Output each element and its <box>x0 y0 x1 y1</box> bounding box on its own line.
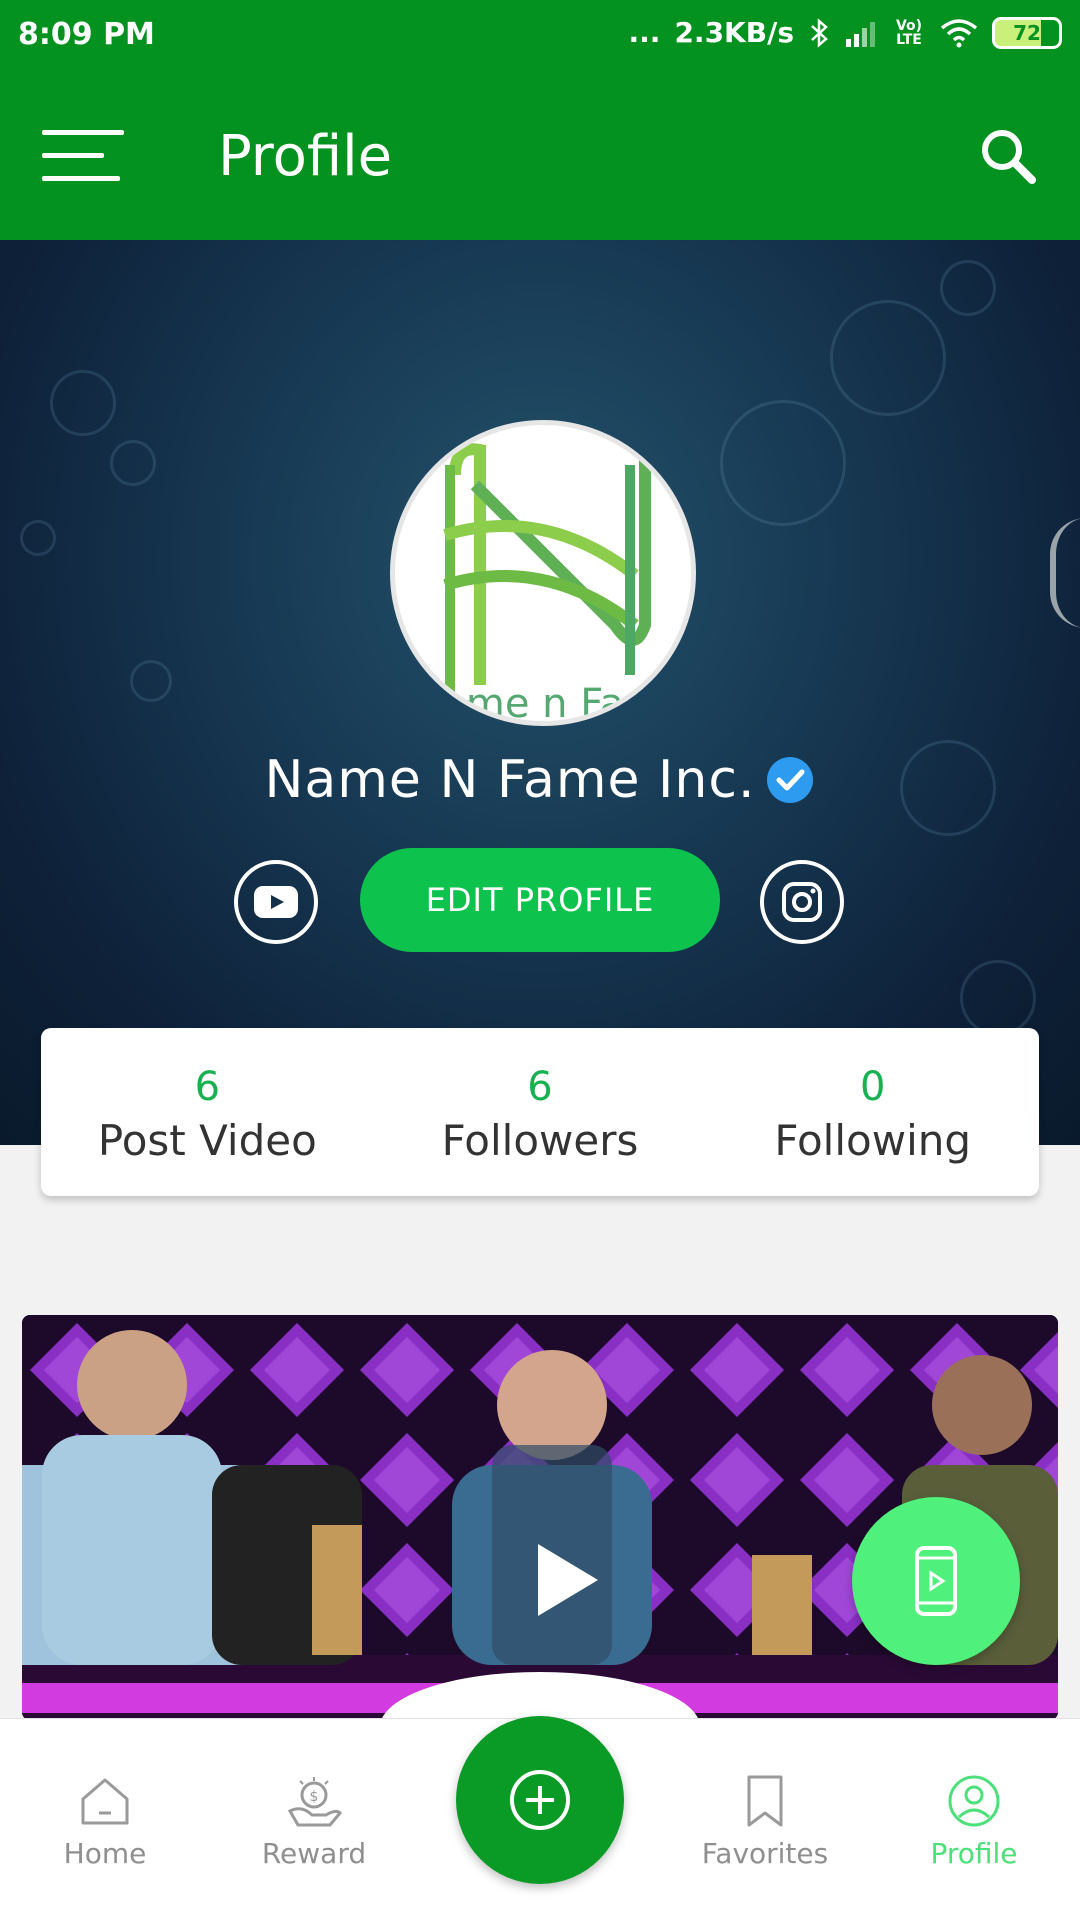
stats-card: 6 Post Video 6 Followers 0 Following <box>41 1028 1039 1196</box>
edit-profile-button[interactable]: EDIT PROFILE <box>360 848 720 952</box>
profile-name: Name N Fame Inc. <box>264 750 756 810</box>
verified-badge-icon <box>767 757 814 803</box>
brand-logo: me n Fa <box>443 443 651 721</box>
battery-level: 72 <box>1013 20 1041 45</box>
home-icon <box>81 1778 129 1825</box>
stat-value: 6 <box>194 1064 221 1110</box>
decor-bubble <box>720 400 846 526</box>
page-title: Profile <box>218 124 393 189</box>
video-feed-fab[interactable] <box>852 1497 1020 1665</box>
instagram-icon <box>782 882 822 922</box>
stat-label: Followers <box>441 1116 639 1165</box>
nav-label: Home <box>63 1837 147 1870</box>
svg-text:$: $ <box>310 1789 319 1805</box>
network-speed: 2.3KB/s <box>674 16 794 49</box>
stat-value: 6 <box>527 1064 553 1110</box>
more-dots-icon: ... <box>628 16 661 49</box>
profile-user-icon <box>948 1775 1000 1827</box>
search-icon[interactable] <box>976 124 1040 188</box>
decor-bubble <box>20 520 56 556</box>
nav-favorites[interactable]: Favorites <box>675 1775 855 1870</box>
play-icon[interactable] <box>532 1540 602 1620</box>
signal-icon <box>846 21 875 47</box>
decor-bubble <box>960 960 1036 1036</box>
youtube-button[interactable] <box>234 860 318 944</box>
phone-video-icon <box>915 1546 957 1616</box>
youtube-icon <box>254 886 298 918</box>
decor-bubble <box>50 370 116 436</box>
decor-bubble <box>110 440 156 486</box>
plus-circle-icon <box>510 1770 570 1830</box>
status-time: 8:09 PM <box>18 17 155 52</box>
nav-profile[interactable]: Profile <box>884 1775 1064 1870</box>
nav-label: Favorites <box>701 1837 829 1870</box>
nav-label: Reward <box>261 1837 367 1870</box>
volte-icon: Vo) LTE <box>895 17 923 48</box>
decor-bubble <box>830 300 946 416</box>
profile-name-row: Name N Fame Inc. <box>0 750 1080 810</box>
bookmark-icon <box>747 1775 783 1827</box>
avatar[interactable]: me n Fa <box>390 420 696 726</box>
stat-value: 0 <box>859 1064 886 1110</box>
status-indicators: ... 2.3KB/s Vo) LTE 72 <box>629 16 1062 49</box>
profile-header-background: me n Fa Name N Fame Inc. EDIT PROFILE <box>0 240 1080 1145</box>
stat-post-video[interactable]: 6 Post Video <box>41 1028 374 1196</box>
decor-bubble <box>940 260 996 316</box>
logo-text: me n Fa <box>466 681 624 721</box>
nav-home[interactable]: Home <box>15 1775 195 1870</box>
bluetooth-icon <box>811 17 828 48</box>
app-bar: Profile <box>0 72 1080 240</box>
hamburger-menu-icon[interactable] <box>42 128 124 184</box>
stat-following[interactable]: 0 Following <box>706 1028 1039 1196</box>
wifi-icon <box>940 18 978 47</box>
reward-icon: $ <box>287 1777 343 1827</box>
status-bar: 8:09 PM ... 2.3KB/s Vo) LTE 72 <box>0 0 1080 72</box>
stat-followers[interactable]: 6 Followers <box>374 1028 707 1196</box>
instagram-button[interactable] <box>760 860 844 944</box>
add-video-button[interactable] <box>456 1716 624 1884</box>
nav-reward[interactable]: $ Reward <box>224 1775 404 1870</box>
stat-label: Post Video <box>97 1116 317 1165</box>
battery-icon: 72 <box>992 16 1062 49</box>
decor-bubble <box>130 660 172 702</box>
nav-label: Profile <box>930 1837 1018 1870</box>
stat-label: Following <box>774 1116 972 1165</box>
